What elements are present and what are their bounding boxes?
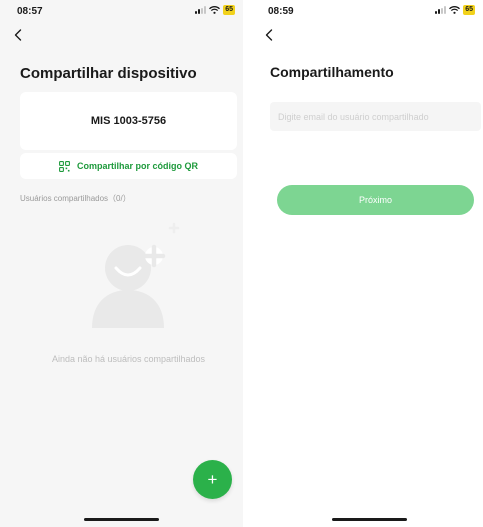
email-field[interactable] [270, 102, 481, 131]
status-bar: 08:57 65 [0, 0, 243, 22]
back-button[interactable] [14, 26, 30, 44]
status-time: 08:59 [268, 6, 294, 17]
share-by-qr-button[interactable]: Compartilhar por código QR [20, 153, 237, 179]
qr-code-icon [59, 160, 70, 172]
add-user-icon [92, 222, 180, 328]
status-icons: 65 [195, 5, 235, 15]
empty-state-message: Ainda não há usuários compartilhados [51, 354, 206, 364]
shared-users-count: Usuários compartilhados（0/） [20, 194, 131, 203]
page-title: Compartilhamento [270, 64, 394, 80]
share-by-qr-label: Compartilhar por código QR [76, 161, 198, 171]
home-indicator [84, 518, 159, 521]
cellular-signal-icon [195, 6, 207, 14]
wifi-icon [449, 6, 461, 14]
status-icons: 65 [435, 5, 475, 15]
sharing-screen: 08:59 65 Compartilhamento Próximo [251, 0, 483, 527]
device-card: MIS 1003-5756 [20, 92, 237, 150]
chevron-left-icon [14, 29, 22, 41]
device-name: MIS 1003-5756 [90, 115, 167, 127]
next-button[interactable]: Próximo [277, 185, 474, 215]
battery-indicator: 65 [223, 5, 235, 15]
add-user-button[interactable]: + [193, 460, 232, 499]
back-button[interactable] [265, 26, 281, 44]
plus-icon: + [207, 469, 218, 489]
status-time: 08:57 [17, 6, 43, 17]
wifi-icon [209, 6, 221, 14]
chevron-left-icon [265, 29, 273, 41]
cellular-signal-icon [435, 6, 447, 14]
battery-indicator: 65 [463, 5, 475, 15]
home-indicator [332, 518, 407, 521]
status-bar: 08:59 65 [251, 0, 483, 22]
page-title: Compartilhar dispositivo [20, 65, 197, 82]
share-device-screen: 08:57 65 Compartilhar dispositivo MIS 10… [0, 0, 243, 527]
